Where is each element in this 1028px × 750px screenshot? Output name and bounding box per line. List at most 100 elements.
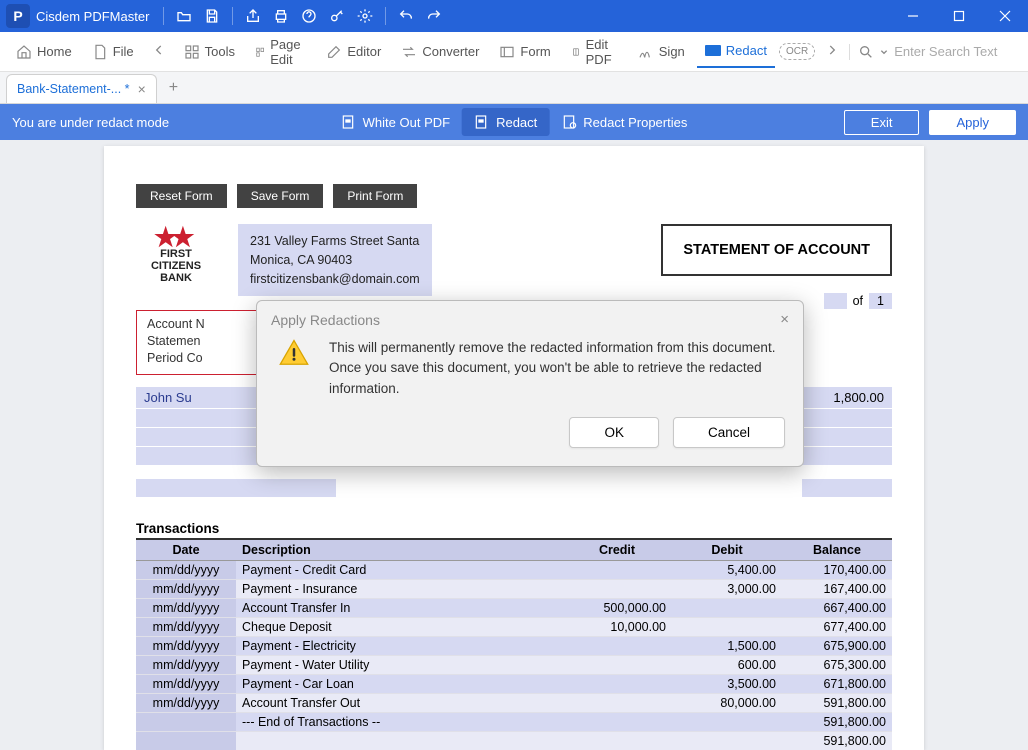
page-edit-label: Page Edit: [270, 37, 306, 67]
white-out-button[interactable]: White Out PDF: [329, 108, 462, 136]
cell-credit: 10,000.00: [562, 618, 672, 637]
search-input[interactable]: [894, 44, 1024, 59]
cell-balance: 167,400.00: [782, 580, 892, 599]
close-button[interactable]: [982, 0, 1028, 32]
tab-bar: Bank-Statement-... * × +: [0, 72, 1028, 104]
cell-credit: [562, 732, 672, 750]
table-row: mm/dd/yyyyPayment - Electricity 1,500.006…: [136, 637, 892, 656]
tool-edit-pdf[interactable]: Edit PDF: [563, 31, 626, 73]
maximize-button[interactable]: [936, 0, 982, 32]
cell-debit: 5,400.00: [672, 561, 782, 580]
cell-credit: [562, 713, 672, 732]
tool-editor[interactable]: Editor: [318, 38, 389, 66]
chevron-left-icon[interactable]: [146, 37, 172, 66]
cell-debit: [672, 713, 782, 732]
cell-desc: Account Transfer Out: [236, 694, 562, 713]
redact-properties-button[interactable]: Redact Properties: [549, 108, 699, 136]
tool-converter[interactable]: Converter: [393, 38, 487, 66]
open-icon[interactable]: [170, 0, 198, 32]
cell-debit: 600.00: [672, 656, 782, 675]
cell-desc: Payment - Insurance: [236, 580, 562, 599]
statement-title: STATEMENT OF ACCOUNT: [661, 224, 892, 276]
search-icon: [858, 44, 874, 60]
sign-label: Sign: [659, 44, 685, 59]
main-toolbar: Home File Tools Page Edit Editor Convert…: [0, 32, 1028, 72]
chevron-right-icon[interactable]: [819, 37, 845, 66]
redact-mode-text: You are under redact mode: [12, 115, 169, 130]
cell-credit: [562, 675, 672, 694]
cell-debit: [672, 618, 782, 637]
cell-credit: 500,000.00: [562, 599, 672, 618]
print-form-button[interactable]: Print Form: [333, 184, 417, 208]
cell-date: [136, 713, 236, 732]
cell-debit: [672, 599, 782, 618]
tool-page-edit[interactable]: Page Edit: [247, 31, 314, 73]
tool-file[interactable]: File: [84, 38, 142, 66]
table-row: mm/dd/yyyyPayment - Credit Card5,400.001…: [136, 561, 892, 580]
table-row: mm/dd/yyyyAccount Transfer Out80,000.005…: [136, 694, 892, 713]
save-icon[interactable]: [198, 0, 226, 32]
cell-date: mm/dd/yyyy: [136, 656, 236, 675]
cell-desc: Payment - Water Utility: [236, 656, 562, 675]
ocr-badge[interactable]: OCR: [779, 43, 815, 60]
col-desc: Description: [236, 540, 562, 561]
undo-icon[interactable]: [392, 0, 420, 32]
cell-desc: Payment - Electricity: [236, 637, 562, 656]
redact-label: Redact: [726, 43, 767, 58]
cell-debit: 3,500.00: [672, 675, 782, 694]
col-debit: Debit: [672, 540, 782, 561]
col-credit: Credit: [562, 540, 672, 561]
cell-credit: [562, 561, 672, 580]
exit-button[interactable]: Exit: [844, 110, 920, 135]
redact-btn-label: Redact: [496, 115, 537, 130]
table-row: mm/dd/yyyyPayment - Water Utility 600.006…: [136, 656, 892, 675]
redo-icon[interactable]: [420, 0, 448, 32]
transactions-table: Date Description Credit Debit Balance mm…: [136, 540, 892, 750]
table-row: 591,800.00: [136, 732, 892, 750]
chevron-down-icon[interactable]: [880, 48, 888, 56]
cell-date: mm/dd/yyyy: [136, 599, 236, 618]
search-box: [849, 44, 1024, 60]
cell-credit: [562, 580, 672, 599]
cell-debit: 3,000.00: [672, 580, 782, 599]
tool-redact[interactable]: Redact: [697, 37, 775, 68]
tool-form[interactable]: Form: [491, 38, 558, 66]
app-title: Cisdem PDFMaster: [36, 9, 149, 24]
cell-debit: 1,500.00: [672, 637, 782, 656]
cell-desc: --- End of Transactions --: [236, 713, 562, 732]
redact-button[interactable]: Redact: [462, 108, 549, 136]
edit-pdf-label: Edit PDF: [586, 37, 618, 67]
settings-icon[interactable]: [351, 0, 379, 32]
key-icon[interactable]: [323, 0, 351, 32]
cell-balance: 675,300.00: [782, 656, 892, 675]
save-form-button[interactable]: Save Form: [237, 184, 324, 208]
table-row: mm/dd/yyyyCheque Deposit10,000.00677,400…: [136, 618, 892, 637]
reset-form-button[interactable]: Reset Form: [136, 184, 227, 208]
apply-redactions-dialog: Apply Redactions × This will permanently…: [256, 300, 804, 467]
tool-home[interactable]: Home: [8, 38, 80, 66]
cell-balance: 675,900.00: [782, 637, 892, 656]
cell-date: mm/dd/yyyy: [136, 637, 236, 656]
dialog-close-icon[interactable]: ×: [780, 311, 789, 328]
cell-balance: 591,800.00: [782, 694, 892, 713]
title-bar: P Cisdem PDFMaster: [0, 0, 1028, 32]
dialog-ok-button[interactable]: OK: [569, 417, 659, 448]
apply-button[interactable]: Apply: [929, 110, 1016, 135]
cell-balance: 677,400.00: [782, 618, 892, 637]
tool-sign[interactable]: Sign: [630, 38, 693, 66]
editor-label: Editor: [347, 44, 381, 59]
cell-balance: 591,800.00: [782, 732, 892, 750]
share-icon[interactable]: [239, 0, 267, 32]
document-tab[interactable]: Bank-Statement-... * ×: [6, 74, 157, 103]
account-name: John Su: [136, 387, 276, 408]
dialog-title: Apply Redactions: [271, 312, 380, 328]
cell-desc: Account Transfer In: [236, 599, 562, 618]
help-icon[interactable]: [295, 0, 323, 32]
tool-tools[interactable]: Tools: [176, 38, 243, 66]
dialog-cancel-button[interactable]: Cancel: [673, 417, 785, 448]
tab-add-button[interactable]: +: [159, 73, 188, 103]
dialog-body-text: This will permanently remove the redacte…: [329, 338, 781, 399]
minimize-button[interactable]: [890, 0, 936, 32]
print-icon[interactable]: [267, 0, 295, 32]
tab-close-icon[interactable]: ×: [138, 81, 146, 97]
